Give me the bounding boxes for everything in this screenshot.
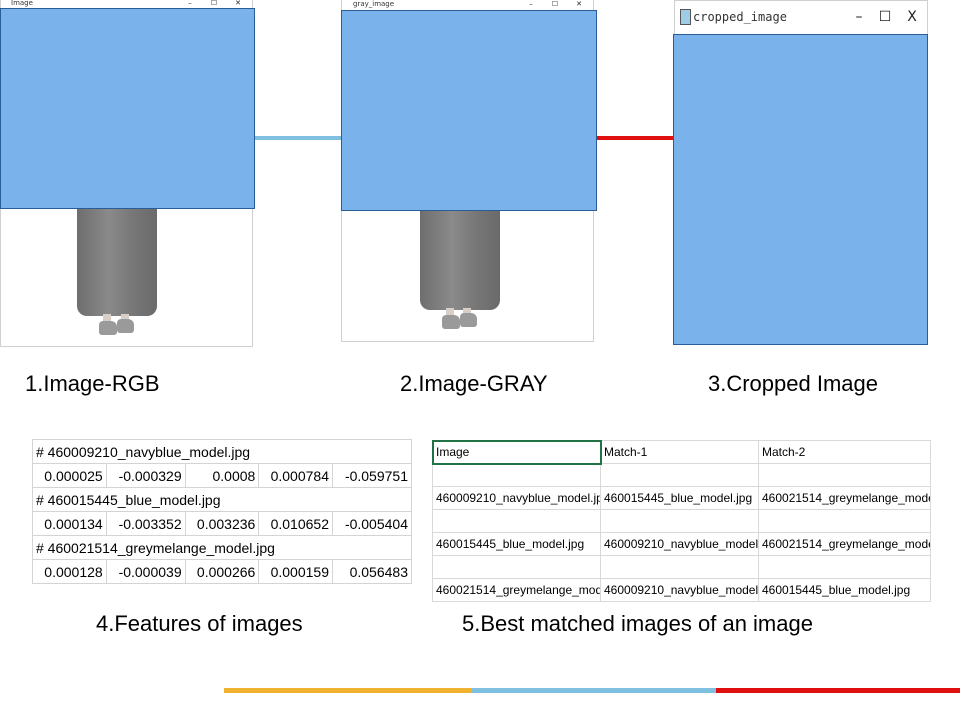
table-cell[interactable]: 460015445_blue_model.jpg bbox=[600, 486, 759, 510]
table-cell[interactable] bbox=[758, 463, 931, 487]
table-cell[interactable]: 460021514_greymelange_model.jpg bbox=[758, 486, 931, 510]
feature-value: -0.000039 bbox=[105, 559, 186, 584]
accent-bar-blue bbox=[472, 688, 716, 693]
maximize-button[interactable]: ☐ bbox=[208, 0, 220, 8]
table-cell[interactable] bbox=[600, 509, 759, 533]
table-row bbox=[432, 555, 931, 579]
table-row: 0.000025 -0.000329 0.0008 0.000784 -0.05… bbox=[32, 463, 412, 488]
maximize-button[interactable]: ☐ bbox=[549, 0, 561, 10]
table-row bbox=[432, 509, 931, 533]
table-cell[interactable] bbox=[600, 463, 759, 487]
app-icon bbox=[680, 9, 691, 25]
feature-file-header: # 460021514_greymelange_model.jpg bbox=[32, 535, 412, 560]
window-titlebar[interactable]: gray_image – ☐ ✕ bbox=[342, 0, 593, 10]
feature-value: 0.000159 bbox=[258, 559, 333, 584]
table-cell[interactable]: 460009210_navyblue_model.jpg bbox=[600, 578, 759, 602]
maximize-button[interactable]: ☐ bbox=[877, 1, 893, 33]
model-skirt bbox=[77, 204, 157, 316]
table-row: # 460021514_greymelange_model.jpg bbox=[32, 535, 412, 560]
feature-value: 0.000784 bbox=[258, 463, 333, 488]
table-cell[interactable] bbox=[758, 555, 931, 579]
feature-file-header: # 460015445_blue_model.jpg bbox=[32, 487, 412, 512]
close-button[interactable]: X bbox=[904, 1, 920, 33]
table-row: # 460009210_navyblue_model.jpg bbox=[32, 439, 412, 464]
window-title: cropped_image bbox=[693, 10, 787, 24]
window-title: gray_image bbox=[353, 0, 395, 8]
table-cell[interactable]: 460009210_navyblue_model.jpg bbox=[432, 486, 601, 510]
feature-value: 0.000128 bbox=[32, 559, 107, 584]
model-shoe bbox=[442, 315, 460, 329]
caption-image-gray: 2.Image-GRAY bbox=[400, 371, 548, 396]
table-cell[interactable]: 460009210_navyblue_model.jpg bbox=[600, 532, 759, 556]
minimize-button[interactable]: – bbox=[851, 1, 867, 33]
feature-value: -0.000329 bbox=[105, 463, 186, 488]
table-cell[interactable]: 460015445_blue_model.jpg bbox=[758, 578, 931, 602]
table-row: 460021514_greymelange_model.jpg 46000921… bbox=[432, 578, 931, 602]
feature-value: -0.003352 bbox=[105, 511, 186, 536]
table-cell[interactable]: 460021514_greymelange_model.jpg bbox=[758, 532, 931, 556]
feature-value: 0.000134 bbox=[32, 511, 107, 536]
table-cell[interactable]: 460021514_greymelange_model.jpg bbox=[432, 578, 601, 602]
feature-file-header: # 460009210_navyblue_model.jpg bbox=[32, 439, 412, 464]
feature-value: 0.003236 bbox=[184, 511, 260, 536]
model-shoe bbox=[99, 321, 117, 335]
table-cell[interactable] bbox=[758, 509, 931, 533]
table-cell[interactable]: 460015445_blue_model.jpg bbox=[432, 532, 601, 556]
feature-value: 0.000025 bbox=[32, 463, 107, 488]
caption-features: 4.Features of images bbox=[96, 611, 303, 636]
table-row: 460009210_navyblue_model.jpg 460015445_b… bbox=[432, 486, 931, 510]
accent-bar-red bbox=[716, 688, 960, 693]
column-header-match-1[interactable]: Match-1 bbox=[600, 440, 759, 464]
model-shoe bbox=[460, 313, 477, 327]
table-row: 0.000134 -0.003352 0.003236 0.010652 -0.… bbox=[32, 511, 412, 536]
window-titlebar[interactable]: cropped_image – ☐ X bbox=[675, 1, 927, 35]
minimize-button[interactable]: – bbox=[525, 0, 537, 10]
table-header-row: Image Match-1 Match-2 bbox=[431, 439, 931, 465]
connector-line-red bbox=[594, 136, 676, 140]
feature-value: -0.059751 bbox=[332, 463, 412, 488]
model-shoe bbox=[117, 319, 134, 333]
caption-best-matched: 5.Best matched images of an image bbox=[462, 611, 813, 636]
model-skirt bbox=[420, 206, 500, 310]
table-row bbox=[432, 463, 931, 487]
caption-image-rgb: 1.Image-RGB bbox=[25, 371, 160, 396]
column-header-match-2[interactable]: Match-2 bbox=[758, 440, 931, 464]
column-header-image[interactable]: Image bbox=[431, 439, 602, 465]
feature-value: 0.056483 bbox=[332, 559, 412, 584]
table-row: # 460015445_blue_model.jpg bbox=[32, 487, 412, 512]
redacted-region bbox=[341, 10, 597, 211]
redacted-region bbox=[673, 34, 928, 345]
table-row: 0.000128 -0.000039 0.000266 0.000159 0.0… bbox=[32, 559, 412, 584]
table-cell[interactable] bbox=[432, 555, 601, 579]
window-title: Image bbox=[11, 0, 33, 7]
table-cell[interactable] bbox=[600, 555, 759, 579]
close-button[interactable]: ✕ bbox=[573, 0, 585, 10]
feature-value: 0.000266 bbox=[184, 559, 260, 584]
match-table: Image Match-1 Match-2 460009210_navyblue… bbox=[431, 439, 931, 602]
feature-value: 0.0008 bbox=[184, 463, 260, 488]
window-titlebar[interactable]: Image – ☐ ✕ bbox=[1, 0, 252, 8]
table-cell[interactable] bbox=[432, 509, 601, 533]
caption-cropped-image: 3.Cropped Image bbox=[708, 371, 878, 396]
feature-value: -0.005404 bbox=[332, 511, 412, 536]
redacted-region bbox=[0, 8, 255, 209]
table-cell[interactable] bbox=[432, 463, 601, 487]
accent-bar-orange bbox=[224, 688, 472, 693]
features-table: # 460009210_navyblue_model.jpg 0.000025 … bbox=[32, 439, 412, 584]
minimize-button[interactable]: – bbox=[184, 0, 196, 8]
close-button[interactable]: ✕ bbox=[232, 0, 244, 8]
feature-value: 0.010652 bbox=[258, 511, 333, 536]
connector-line-blue bbox=[252, 136, 344, 140]
table-row: 460015445_blue_model.jpg 460009210_navyb… bbox=[432, 532, 931, 556]
